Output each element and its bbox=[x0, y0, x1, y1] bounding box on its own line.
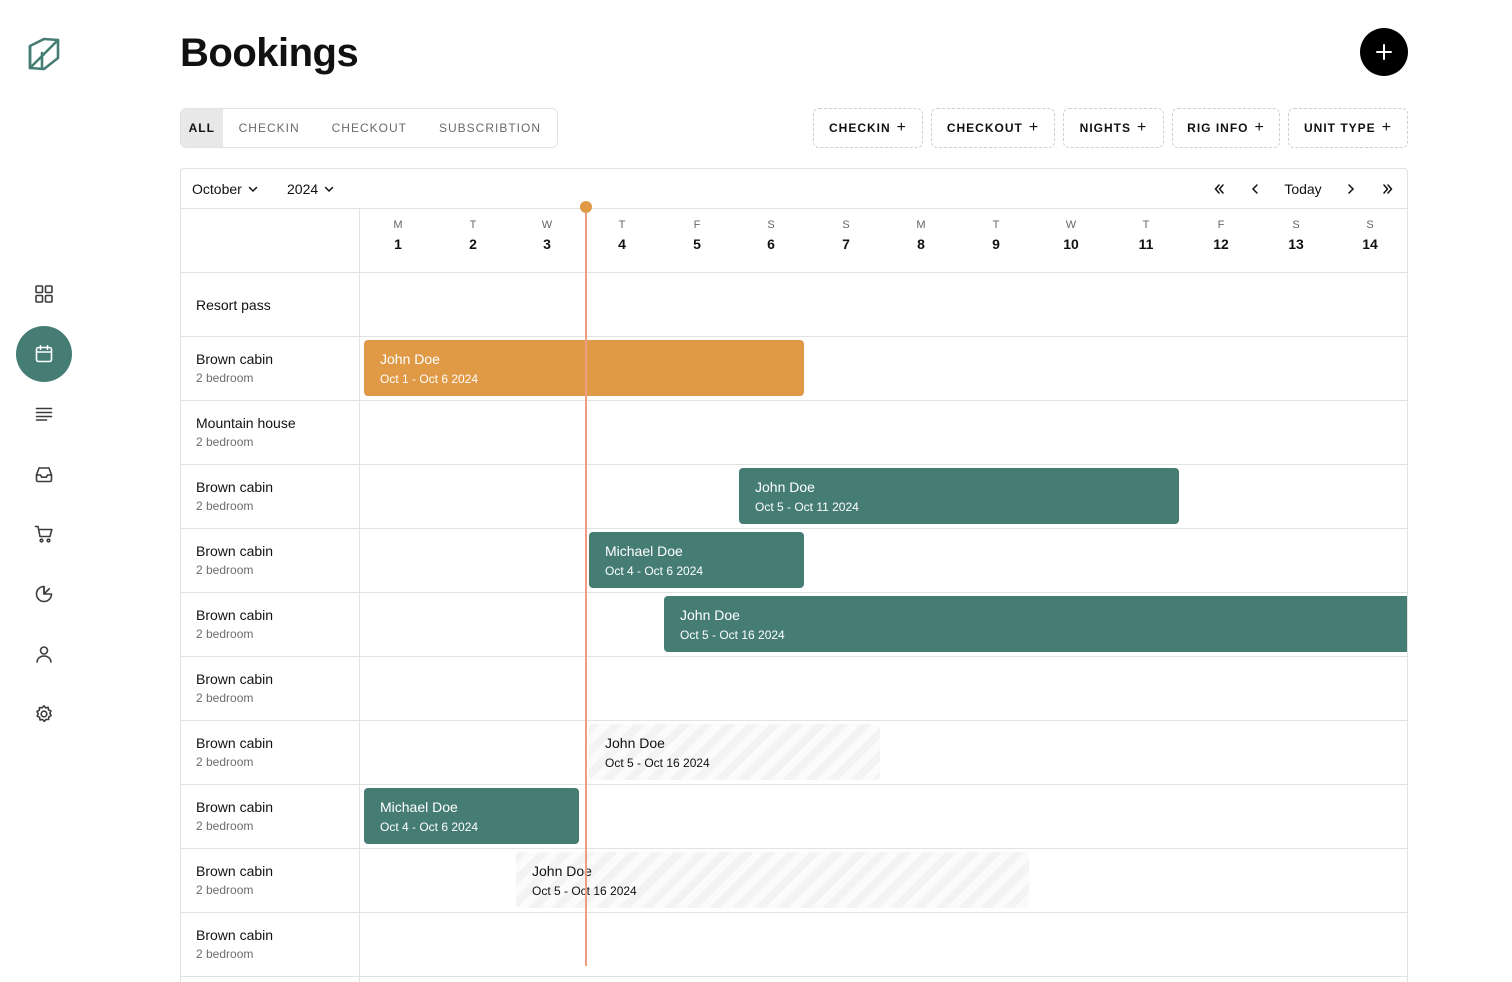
chevron-down-icon bbox=[248, 186, 258, 192]
list-lines-icon[interactable] bbox=[16, 386, 72, 442]
booking-block[interactable]: Michael Doe Oct 4 - Oct 6 2024 bbox=[364, 788, 579, 844]
today-button[interactable]: Today bbox=[1275, 169, 1331, 208]
unit-row-label[interactable]: Resort pass bbox=[196, 296, 271, 314]
inbox-icon[interactable] bbox=[16, 446, 72, 502]
day-header: W3 bbox=[541, 219, 553, 252]
filter-label: RIG INFO bbox=[1187, 121, 1249, 135]
pie-chart-icon[interactable] bbox=[16, 566, 72, 622]
row-divider bbox=[181, 784, 1407, 785]
row-divider bbox=[181, 400, 1407, 401]
unit-row-label[interactable]: Brown cabin 2 bedroom bbox=[196, 606, 273, 642]
unit-row-label[interactable]: Brown cabin 2 bedroom bbox=[196, 862, 273, 898]
user-icon[interactable] bbox=[16, 626, 72, 682]
row-divider bbox=[181, 912, 1407, 913]
leaf-logo-icon[interactable] bbox=[26, 36, 62, 72]
plus-icon: + bbox=[896, 119, 907, 136]
shopping-cart-icon[interactable] bbox=[16, 506, 72, 562]
booking-block[interactable]: John Doe Oct 5 - Oct 16 2024 bbox=[664, 596, 1407, 652]
unit-row-label[interactable]: Brown cabin 2 bedroom bbox=[196, 670, 273, 706]
row-divider bbox=[181, 848, 1407, 849]
today-marker-line bbox=[585, 206, 587, 966]
filter-rig-info-button[interactable]: RIG INFO + bbox=[1172, 108, 1280, 148]
day-header: S 14 bbox=[1362, 219, 1378, 252]
filter-nights-button[interactable]: NIGHTS + bbox=[1063, 108, 1164, 148]
row-divider bbox=[181, 976, 1407, 977]
month-value: October bbox=[192, 180, 242, 197]
day-header: T9 bbox=[992, 219, 1000, 252]
day-header: F 12 bbox=[1213, 219, 1229, 252]
month-select[interactable]: October bbox=[192, 169, 258, 208]
booking-calendar: October 2024 Today M1 T2 W3 T4 F5 S6 S7 … bbox=[180, 168, 1408, 982]
page-title: Bookings bbox=[180, 31, 359, 75]
unit-row-label[interactable]: Mountain house 2 bedroom bbox=[196, 414, 296, 450]
booking-block[interactable]: John Doe Oct 1 - Oct 6 2024 bbox=[364, 340, 804, 396]
day-header: M1 bbox=[393, 219, 403, 252]
day-header: T2 bbox=[469, 219, 477, 252]
previous-week-icon[interactable] bbox=[1245, 169, 1265, 208]
calendar-controls: October 2024 Today bbox=[181, 169, 1407, 209]
day-header: W 10 bbox=[1063, 219, 1079, 252]
filter-label: CHECKOUT bbox=[946, 121, 1023, 135]
filter-label: UNIT TYPE bbox=[1303, 121, 1376, 135]
add-booking-button[interactable] bbox=[1360, 28, 1408, 76]
tab-checkin[interactable]: CHECKIN bbox=[223, 109, 316, 147]
tab-checkout[interactable]: CHECKOUT bbox=[316, 109, 423, 147]
day-header: M8 bbox=[916, 219, 926, 252]
unit-row-label[interactable]: Brown cabin 2 bedroom bbox=[196, 478, 273, 514]
plus-icon: + bbox=[1254, 119, 1265, 136]
next-week-icon[interactable] bbox=[1341, 169, 1361, 208]
settings-gear-icon[interactable] bbox=[16, 686, 72, 742]
filter-unit-type-button[interactable]: UNIT TYPE + bbox=[1288, 108, 1408, 148]
unit-row-label[interactable]: Brown cabin 2 bedroom bbox=[196, 734, 273, 770]
filter-label: NIGHTS bbox=[1079, 121, 1131, 135]
day-header: T4 bbox=[618, 219, 626, 252]
row-divider bbox=[181, 464, 1407, 465]
unit-row-label[interactable]: Brown cabin 2 bedroom bbox=[196, 926, 273, 962]
filter-checkout-button[interactable]: CHECKOUT + bbox=[931, 108, 1055, 148]
year-select[interactable]: 2024 bbox=[287, 169, 334, 208]
last-page-icon[interactable] bbox=[1376, 169, 1400, 208]
day-header: S6 bbox=[767, 219, 775, 252]
day-header: S 13 bbox=[1288, 219, 1304, 252]
row-divider bbox=[181, 272, 1407, 273]
unit-row-label[interactable]: Brown cabin 2 bedroom bbox=[196, 350, 273, 386]
dashboard-grid-icon[interactable] bbox=[16, 266, 72, 322]
unit-row-label[interactable]: Brown cabin 2 bedroom bbox=[196, 798, 273, 834]
booking-tabs: ALL CHECKIN CHECKOUT SUBSCRIBTION bbox=[180, 108, 558, 148]
day-header: T 11 bbox=[1138, 219, 1154, 252]
tab-subscription[interactable]: SUBSCRIBTION bbox=[423, 109, 557, 147]
plus-icon: + bbox=[1137, 119, 1148, 136]
year-value: 2024 bbox=[287, 180, 319, 197]
row-divider bbox=[181, 720, 1407, 721]
chevron-down-icon bbox=[324, 186, 334, 192]
day-header: S7 bbox=[842, 219, 850, 252]
filter-checkin-button[interactable]: CHECKIN + bbox=[813, 108, 923, 148]
calendar-icon[interactable] bbox=[16, 326, 72, 382]
unit-row-label[interactable]: Brown cabin 2 bedroom bbox=[196, 542, 273, 578]
plus-icon: + bbox=[1381, 119, 1392, 136]
row-divider bbox=[181, 336, 1407, 337]
booking-block[interactable]: John Doe Oct 5 - Oct 11 2024 bbox=[739, 468, 1179, 524]
booking-block-pending[interactable]: John Doe Oct 5 - Oct 16 2024 bbox=[589, 724, 880, 780]
booking-block-pending[interactable]: John Doe Oct 5 - Oct 16 2024 bbox=[516, 852, 1029, 908]
today-marker-dot[interactable] bbox=[580, 201, 592, 213]
tab-all[interactable]: ALL bbox=[181, 109, 223, 147]
row-divider bbox=[181, 592, 1407, 593]
plus-icon: + bbox=[1028, 119, 1040, 136]
row-divider bbox=[181, 656, 1407, 657]
row-divider bbox=[181, 528, 1407, 529]
filter-label: CHECKIN bbox=[828, 121, 891, 135]
day-header: F5 bbox=[693, 219, 701, 252]
booking-block[interactable]: Michael Doe Oct 4 - Oct 6 2024 bbox=[589, 532, 804, 588]
plus-icon bbox=[1376, 44, 1392, 60]
first-page-icon[interactable] bbox=[1207, 169, 1231, 208]
